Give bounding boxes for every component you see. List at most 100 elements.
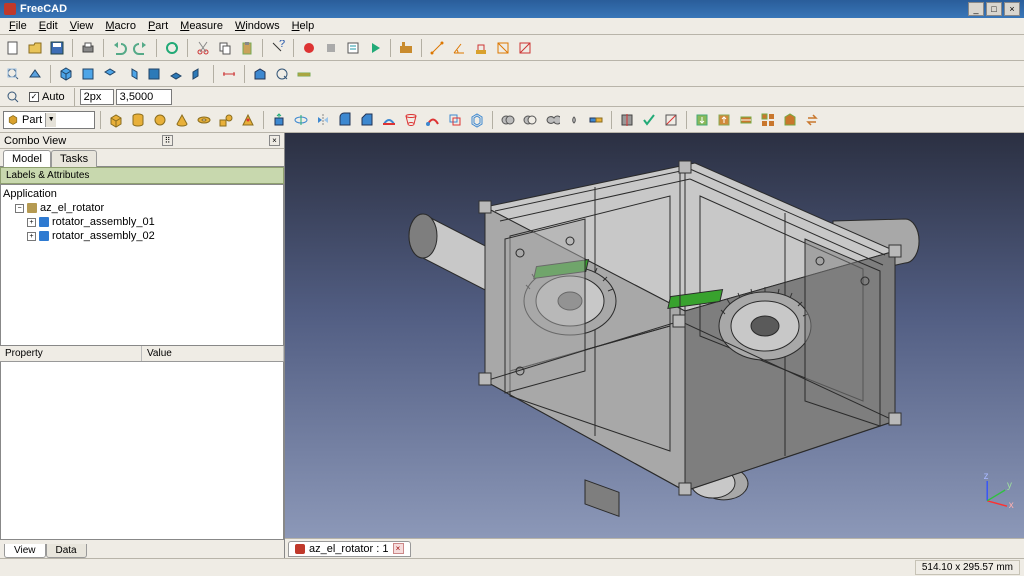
part-loft-button[interactable] xyxy=(401,110,421,130)
right-view-button[interactable] xyxy=(122,64,142,84)
left-view-button[interactable] xyxy=(188,64,208,84)
part-mirror-button[interactable] xyxy=(313,110,333,130)
part-compound-button[interactable] xyxy=(758,110,778,130)
save-button[interactable] xyxy=(47,38,67,58)
redo-button[interactable] xyxy=(131,38,151,58)
part-reverse-button[interactable] xyxy=(802,110,822,130)
tab-tasks[interactable]: Tasks xyxy=(51,150,97,167)
tree-item[interactable]: + rotator_assembly_02 xyxy=(3,229,281,243)
part-offset-button[interactable] xyxy=(445,110,465,130)
front-view-button[interactable] xyxy=(78,64,98,84)
menu-measure[interactable]: Measure xyxy=(174,18,229,34)
cut-button[interactable] xyxy=(193,38,213,58)
part-extrude-button[interactable] xyxy=(269,110,289,130)
undo-button[interactable] xyxy=(109,38,129,58)
part-chamfer-button[interactable] xyxy=(357,110,377,130)
part-revolve-button[interactable] xyxy=(291,110,311,130)
menu-help[interactable]: Help xyxy=(286,18,321,34)
expand-icon[interactable]: − xyxy=(15,204,24,213)
part-color-ico[interactable] xyxy=(272,64,292,84)
document-tab[interactable]: az_el_rotator : 1 × xyxy=(288,541,411,557)
copy-button[interactable] xyxy=(215,38,235,58)
close-document-button[interactable]: × xyxy=(393,543,404,554)
part-fillet-button[interactable] xyxy=(335,110,355,130)
part-ruled-button[interactable] xyxy=(379,110,399,130)
part-sphere-button[interactable] xyxy=(150,110,170,130)
menu-file[interactable]: File xyxy=(3,18,33,34)
bottom-view-button[interactable] xyxy=(166,64,186,84)
workbench-icon[interactable] xyxy=(396,38,416,58)
property-body[interactable] xyxy=(0,362,284,540)
part-import-button[interactable] xyxy=(692,110,712,130)
part-measure-icon[interactable] xyxy=(294,64,314,84)
minimize-button[interactable]: _ xyxy=(968,2,984,16)
tree-item[interactable]: + rotator_assembly_01 xyxy=(3,215,281,229)
part-cut-button[interactable] xyxy=(520,110,540,130)
measure-toggle-button[interactable] xyxy=(493,38,513,58)
dock-close-button[interactable]: × xyxy=(269,135,280,146)
part-cylinder-button[interactable] xyxy=(128,110,148,130)
top-view-button[interactable] xyxy=(100,64,120,84)
stop-macro-button[interactable] xyxy=(321,38,341,58)
part-chamfer-ico[interactable] xyxy=(250,64,270,84)
expand-icon[interactable]: + xyxy=(27,218,36,227)
menu-macro[interactable]: Macro xyxy=(99,18,142,34)
part-common-button[interactable] xyxy=(564,110,584,130)
refresh-button[interactable] xyxy=(162,38,182,58)
axo-view-button[interactable] xyxy=(56,64,76,84)
whatsthis-button[interactable]: ? xyxy=(268,38,288,58)
part-torus-button[interactable] xyxy=(194,110,214,130)
model-tree[interactable]: Application − az_el_rotator + rotator_as… xyxy=(0,184,284,346)
part-split-button[interactable] xyxy=(617,110,637,130)
snap-px-input[interactable]: 2px xyxy=(80,89,114,105)
part-builder-button[interactable] xyxy=(238,110,258,130)
dock-toggle-button[interactable]: ⠿ xyxy=(162,135,173,146)
property-col[interactable]: Property xyxy=(0,346,142,361)
print-button[interactable] xyxy=(78,38,98,58)
part-fuse-button[interactable] xyxy=(542,110,562,130)
measure-clear-button[interactable] xyxy=(471,38,491,58)
expand-icon[interactable]: + xyxy=(27,232,36,241)
measure-angular-button[interactable] xyxy=(449,38,469,58)
measure-linear-button[interactable] xyxy=(427,38,447,58)
snap-auto-checkbox[interactable]: ✓ Auto xyxy=(29,91,65,103)
3d-viewport[interactable]: z y x xyxy=(285,133,1024,538)
fit-all-button[interactable] xyxy=(3,64,23,84)
tab-model[interactable]: Model xyxy=(3,150,51,167)
macros-button[interactable] xyxy=(343,38,363,58)
workbench-selector[interactable]: Part ▼ xyxy=(3,111,95,129)
record-macro-button[interactable] xyxy=(299,38,319,58)
measure-toggle3d-button[interactable] xyxy=(515,38,535,58)
tree-application[interactable]: Application xyxy=(3,187,281,201)
paste-button[interactable] xyxy=(237,38,257,58)
part-crossection-button[interactable] xyxy=(736,110,756,130)
part-cone-button[interactable] xyxy=(172,110,192,130)
part-primitives-button[interactable] xyxy=(216,110,236,130)
menu-windows[interactable]: Windows xyxy=(229,18,286,34)
part-boolean-button[interactable] xyxy=(498,110,518,130)
part-checkgeo-button[interactable] xyxy=(639,110,659,130)
menu-edit[interactable]: Edit xyxy=(33,18,64,34)
snap-num-input[interactable]: 3,5000 xyxy=(116,89,172,105)
tab-data[interactable]: Data xyxy=(46,544,87,558)
open-button[interactable] xyxy=(25,38,45,58)
draw-style-button[interactable] xyxy=(25,64,45,84)
part-export-button[interactable] xyxy=(714,110,734,130)
tree-document[interactable]: − az_el_rotator xyxy=(3,201,281,215)
zoom-area-button[interactable] xyxy=(3,87,23,107)
value-col[interactable]: Value xyxy=(142,346,284,361)
run-macro-button[interactable] xyxy=(365,38,385,58)
part-box-button[interactable] xyxy=(106,110,126,130)
menu-view[interactable]: View xyxy=(64,18,100,34)
close-window-button[interactable]: × xyxy=(1004,2,1020,16)
maximize-button[interactable]: □ xyxy=(986,2,1002,16)
new-button[interactable] xyxy=(3,38,23,58)
rear-view-button[interactable] xyxy=(144,64,164,84)
measure-distance-button[interactable] xyxy=(219,64,239,84)
part-join-button[interactable] xyxy=(586,110,606,130)
part-section-button[interactable] xyxy=(661,110,681,130)
part-thickness-button[interactable] xyxy=(467,110,487,130)
part-shapefromsk-button[interactable] xyxy=(780,110,800,130)
tab-view[interactable]: View xyxy=(4,544,46,558)
menu-part[interactable]: Part xyxy=(142,18,174,34)
